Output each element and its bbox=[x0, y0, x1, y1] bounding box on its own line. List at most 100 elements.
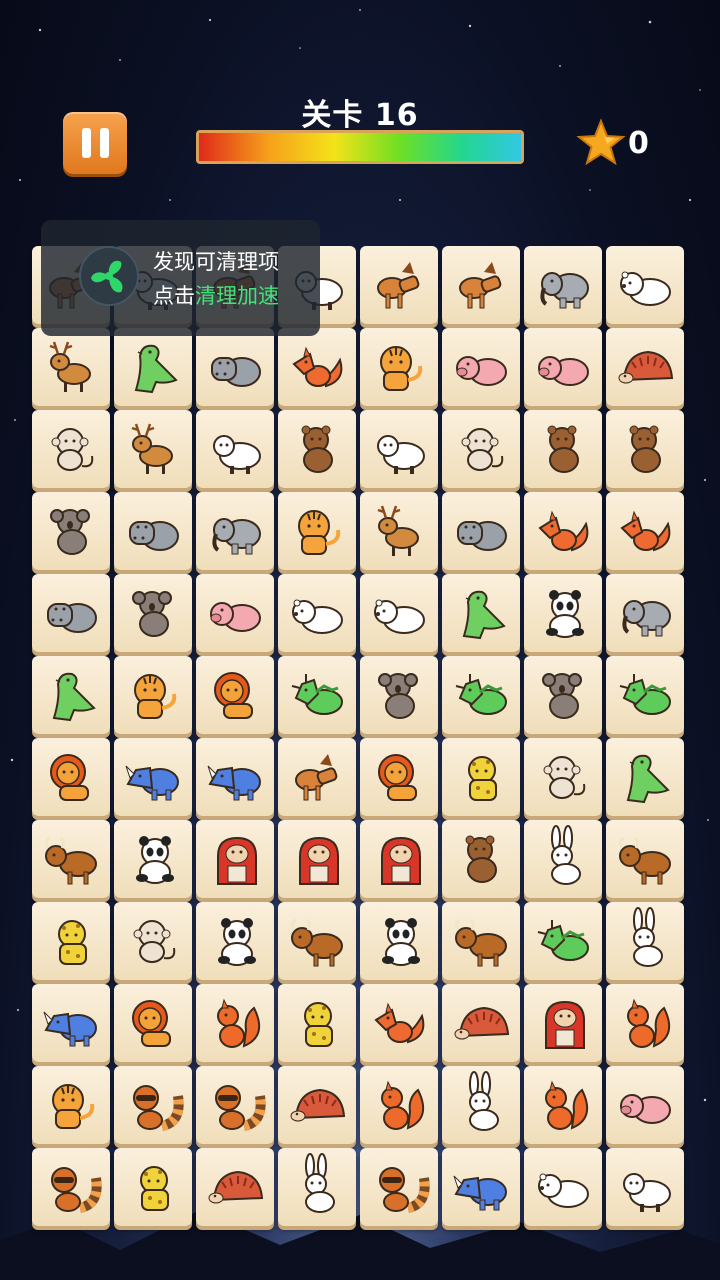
tile-monkey[interactable] bbox=[32, 410, 110, 488]
tile-panda[interactable] bbox=[360, 902, 438, 980]
tile-polar-bear[interactable] bbox=[278, 574, 356, 652]
tile-polar-bear[interactable] bbox=[524, 1148, 602, 1226]
tile-bull[interactable] bbox=[442, 902, 520, 980]
tile-koala[interactable] bbox=[32, 492, 110, 570]
tile-triceratops[interactable] bbox=[524, 902, 602, 980]
tile-rhino[interactable] bbox=[32, 984, 110, 1062]
tile-rhino[interactable] bbox=[196, 738, 274, 816]
gorilla-icon bbox=[217, 836, 257, 885]
tile-hedgehog[interactable] bbox=[606, 328, 684, 406]
tile-koala[interactable] bbox=[114, 574, 192, 652]
tile-hedgehog[interactable] bbox=[442, 984, 520, 1062]
tile-deer[interactable] bbox=[360, 492, 438, 570]
tile-sheep[interactable] bbox=[196, 410, 274, 488]
tile-squirrel[interactable] bbox=[360, 1066, 438, 1144]
tile-rhino[interactable] bbox=[114, 738, 192, 816]
tile-deer[interactable] bbox=[114, 410, 192, 488]
monkey-icon bbox=[543, 756, 586, 799]
tile-monkey[interactable] bbox=[442, 410, 520, 488]
tile-fox[interactable] bbox=[524, 492, 602, 570]
tile-rabbit[interactable] bbox=[524, 820, 602, 898]
tile-raccoon[interactable] bbox=[360, 1148, 438, 1226]
tile-rabbit[interactable] bbox=[278, 1148, 356, 1226]
tile-polar-bear[interactable] bbox=[606, 246, 684, 324]
tile-fox[interactable] bbox=[278, 328, 356, 406]
pause-button[interactable] bbox=[63, 112, 127, 174]
tile-rabbit[interactable] bbox=[606, 902, 684, 980]
tile-sheep[interactable] bbox=[606, 1148, 684, 1226]
tile-squirrel[interactable] bbox=[524, 1066, 602, 1144]
tile-fox[interactable] bbox=[360, 984, 438, 1062]
tile-monkey[interactable] bbox=[114, 902, 192, 980]
tile-lion[interactable] bbox=[32, 738, 110, 816]
tile-rabbit[interactable] bbox=[442, 1066, 520, 1144]
tile-triceratops[interactable] bbox=[606, 656, 684, 734]
tile-hedgehog[interactable] bbox=[278, 1066, 356, 1144]
tile-pig[interactable] bbox=[606, 1066, 684, 1144]
tile-bear[interactable] bbox=[606, 410, 684, 488]
tile-dinosaur[interactable] bbox=[32, 656, 110, 734]
tile-pig[interactable] bbox=[196, 574, 274, 652]
tile-lion[interactable] bbox=[360, 738, 438, 816]
tile-hippo[interactable] bbox=[114, 492, 192, 570]
tile-bear[interactable] bbox=[278, 410, 356, 488]
tile-tiger[interactable] bbox=[32, 1066, 110, 1144]
tile-lion[interactable] bbox=[114, 984, 192, 1062]
tile-gorilla[interactable] bbox=[278, 820, 356, 898]
tile-koala[interactable] bbox=[524, 656, 602, 734]
tile-gorilla[interactable] bbox=[360, 820, 438, 898]
tile-squirrel[interactable] bbox=[606, 984, 684, 1062]
tile-gorilla[interactable] bbox=[524, 984, 602, 1062]
tile-elephant[interactable] bbox=[524, 246, 602, 324]
tile-panda[interactable] bbox=[524, 574, 602, 652]
tile-pig[interactable] bbox=[524, 328, 602, 406]
tile-panda[interactable] bbox=[114, 820, 192, 898]
tile-lion[interactable] bbox=[196, 656, 274, 734]
tile-tiger[interactable] bbox=[114, 656, 192, 734]
tile-hippo[interactable] bbox=[442, 492, 520, 570]
tile-hedgehog[interactable] bbox=[196, 1148, 274, 1226]
tile-fox[interactable] bbox=[606, 492, 684, 570]
tile-rhino[interactable] bbox=[442, 1148, 520, 1226]
hedgehog-icon bbox=[208, 1170, 264, 1204]
tile-bull[interactable] bbox=[32, 820, 110, 898]
tile-triceratops[interactable] bbox=[278, 656, 356, 734]
tile-tiger[interactable] bbox=[360, 328, 438, 406]
tile-elephant[interactable] bbox=[196, 492, 274, 570]
tile-gorilla[interactable] bbox=[196, 820, 274, 898]
squirrel-icon bbox=[627, 998, 671, 1048]
tile-bear[interactable] bbox=[442, 820, 520, 898]
tile-dinosaur[interactable] bbox=[442, 574, 520, 652]
tile-panda[interactable] bbox=[196, 902, 274, 980]
tile-hippo[interactable] bbox=[196, 328, 274, 406]
tile-bull[interactable] bbox=[278, 902, 356, 980]
tile-horse[interactable] bbox=[442, 246, 520, 324]
tile-dinosaur[interactable] bbox=[606, 738, 684, 816]
tile-triceratops[interactable] bbox=[442, 656, 520, 734]
tile-hippo[interactable] bbox=[32, 574, 110, 652]
tile-sheep[interactable] bbox=[360, 410, 438, 488]
tile-tiger[interactable] bbox=[278, 492, 356, 570]
tile-squirrel[interactable] bbox=[196, 984, 274, 1062]
toast-action-link[interactable]: 清理加速 bbox=[195, 284, 279, 308]
squirrel-icon bbox=[217, 998, 261, 1048]
tile-deer[interactable] bbox=[32, 328, 110, 406]
tile-leopard[interactable] bbox=[442, 738, 520, 816]
tile-koala[interactable] bbox=[360, 656, 438, 734]
tile-monkey[interactable] bbox=[524, 738, 602, 816]
tile-leopard[interactable] bbox=[278, 984, 356, 1062]
tile-horse[interactable] bbox=[360, 246, 438, 324]
tile-bear[interactable] bbox=[524, 410, 602, 488]
tile-raccoon[interactable] bbox=[196, 1066, 274, 1144]
tile-pig[interactable] bbox=[442, 328, 520, 406]
tile-bull[interactable] bbox=[606, 820, 684, 898]
tile-dinosaur[interactable] bbox=[114, 328, 192, 406]
tile-raccoon[interactable] bbox=[114, 1066, 192, 1144]
tile-leopard[interactable] bbox=[32, 902, 110, 980]
tile-horse[interactable] bbox=[278, 738, 356, 816]
tile-elephant[interactable] bbox=[606, 574, 684, 652]
tile-polar-bear[interactable] bbox=[360, 574, 438, 652]
cleanup-toast[interactable]: 发现可清理项 点击清理加速 bbox=[41, 220, 320, 336]
tile-raccoon[interactable] bbox=[32, 1148, 110, 1226]
tile-leopard[interactable] bbox=[114, 1148, 192, 1226]
